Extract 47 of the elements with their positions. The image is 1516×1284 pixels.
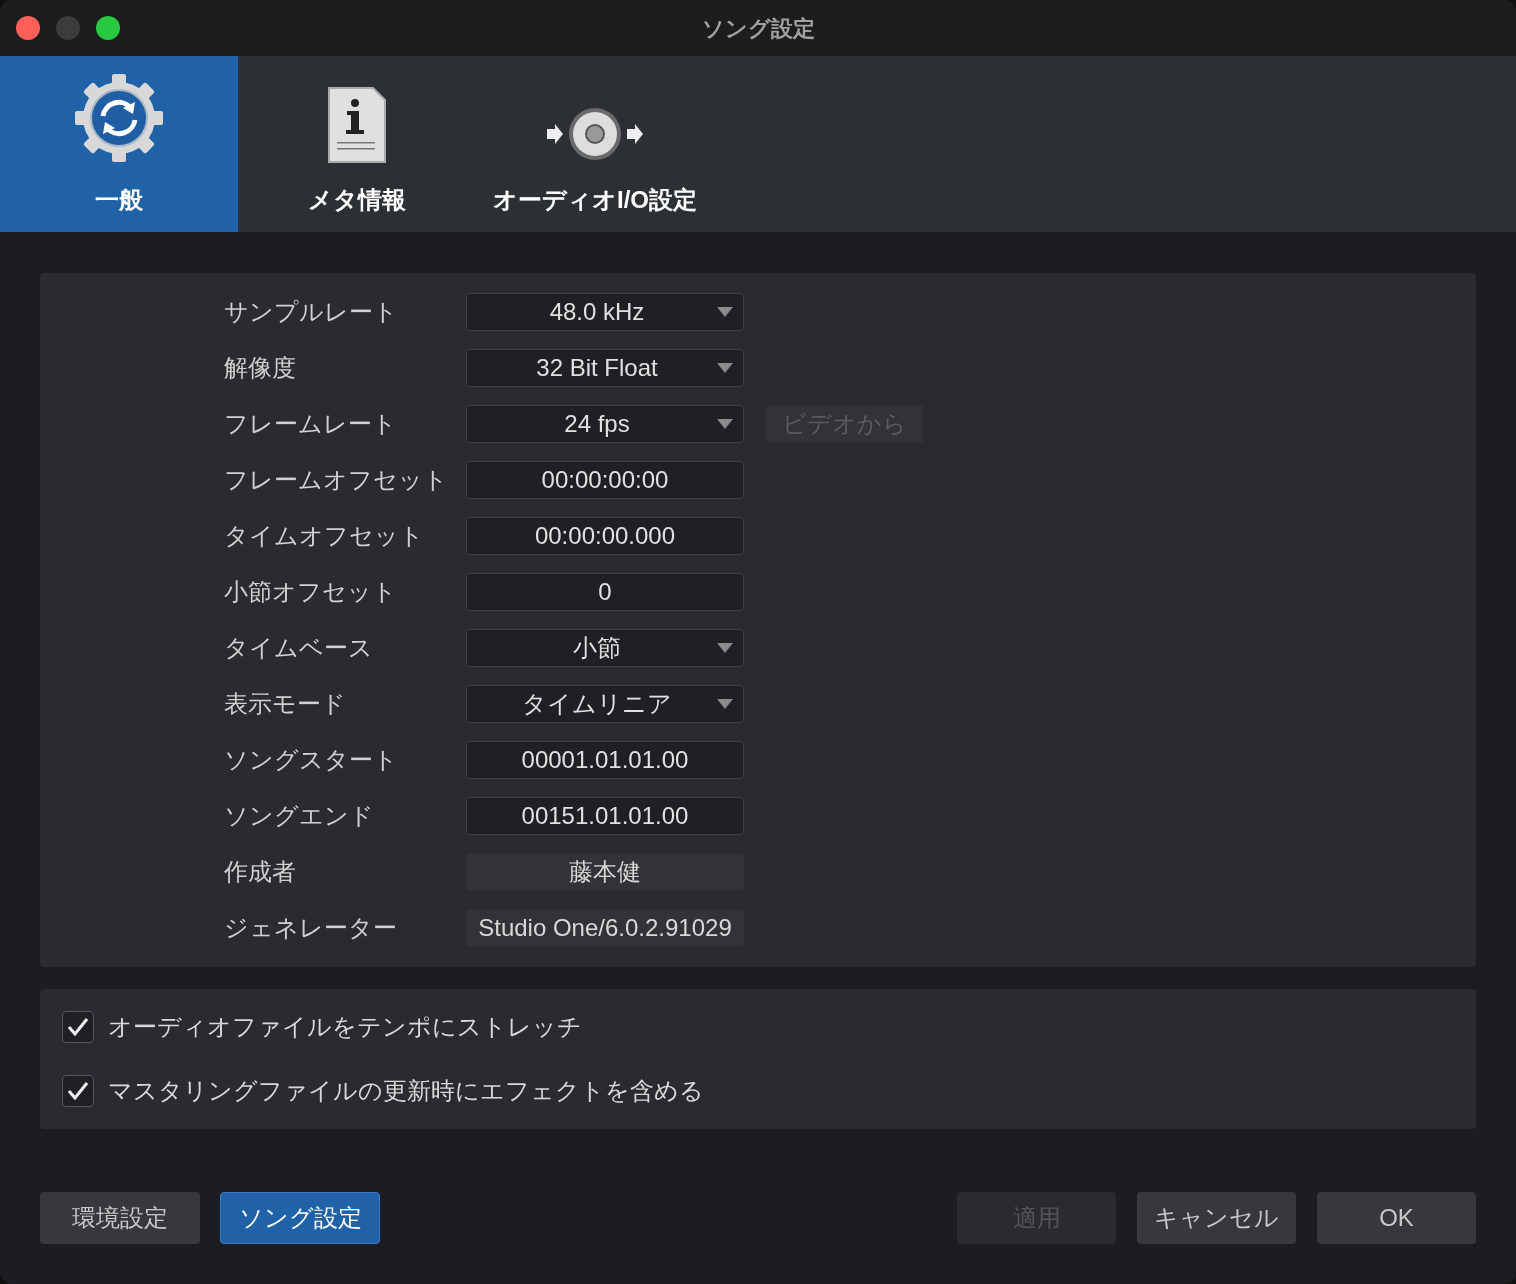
caret-icon — [717, 363, 733, 373]
tab[interactable]: オーディオI/O設定 — [476, 56, 714, 232]
checkbox[interactable] — [62, 1075, 94, 1107]
field-label: タイムベース — [224, 633, 374, 663]
caret-icon — [717, 419, 733, 429]
input-field[interactable]: 00:00:00.000 — [466, 517, 744, 555]
field-label: 表示モード — [224, 689, 347, 719]
input-field[interactable]: 0 — [466, 573, 744, 611]
tab[interactable]: メタ情報 — [238, 56, 476, 232]
gear-icon — [73, 72, 165, 164]
input-field[interactable]: 00:00:00:00 — [466, 461, 744, 499]
checkmark-icon — [67, 1017, 89, 1037]
checkbox[interactable] — [62, 1011, 94, 1043]
input-field[interactable]: 00001.01.01.00 — [466, 741, 744, 779]
field-label: 解像度 — [224, 353, 297, 383]
field-label: ソングエンド — [224, 801, 375, 831]
tab[interactable]: 一般 — [0, 56, 238, 232]
footer-button[interactable]: 環境設定 — [40, 1192, 200, 1244]
footer-button[interactable]: OK — [1317, 1192, 1476, 1244]
dropdown[interactable]: 32 Bit Float — [466, 349, 744, 387]
field-label: フレームオフセット — [224, 465, 449, 495]
value-field: 藤本健 — [466, 854, 744, 890]
dropdown[interactable]: 48.0 kHz — [466, 293, 744, 331]
footer-button[interactable]: ソング設定 — [220, 1192, 380, 1244]
dropdown[interactable]: 小節 — [466, 629, 744, 667]
footer-button[interactable]: キャンセル — [1137, 1192, 1296, 1244]
close-button[interactable] — [16, 16, 40, 40]
field-label: フレームレート — [224, 409, 398, 439]
caret-icon — [717, 643, 733, 653]
field-label: タイムオフセット — [224, 521, 425, 551]
zoom-button[interactable] — [96, 16, 120, 40]
field-label: ジェネレーター — [224, 913, 398, 943]
field-label: ソングスタート — [224, 745, 399, 775]
checkbox-label: マスタリングファイルの更新時にエフェクトを含める — [108, 1076, 704, 1106]
dropdown[interactable]: 24 fps — [466, 405, 744, 443]
window-title: ソング設定 — [701, 14, 815, 43]
checkmark-icon — [67, 1081, 89, 1101]
value-field: Studio One/6.0.2.91029 — [466, 910, 744, 946]
caret-icon — [717, 307, 733, 317]
input-field[interactable]: 00151.01.01.00 — [466, 797, 744, 835]
field-label: サンプルレート — [224, 297, 399, 327]
field-label: 小節オフセット — [224, 577, 398, 607]
dropdown[interactable]: タイムリニア — [466, 685, 744, 723]
field-label: 作成者 — [224, 857, 297, 887]
checkbox-label: オーディオファイルをテンポにストレッチ — [108, 1012, 582, 1042]
caret-icon — [717, 699, 733, 709]
document-info-icon — [327, 86, 387, 164]
